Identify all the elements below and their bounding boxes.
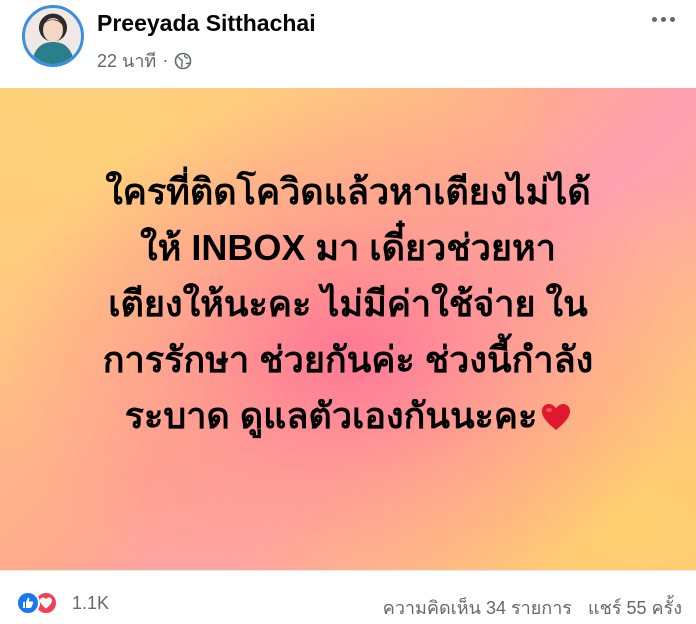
post-time[interactable]: 22 นาที [97, 46, 156, 75]
share-count-link[interactable]: แชร์ 55 ครั้ง [588, 593, 682, 622]
comment-count-link[interactable]: ความคิดเห็น 34 รายการ [383, 593, 572, 622]
status-line-last: ระบาด ดูแลตัวเองกันนะคะ [0, 388, 696, 444]
author-avatar[interactable] [22, 5, 84, 67]
post-footer: 1.1K ความคิดเห็น 34 รายการ แชร์ 55 ครั้ง [0, 570, 696, 624]
heart-icon [541, 391, 571, 430]
status-line: ใครที่ติดโควิดแล้วหาเตียงไม่ได้ [105, 171, 591, 212]
more-icon[interactable] [648, 10, 678, 28]
facebook-post: Preeyada Sitthachai 22 นาที · ใครที่ติดโ… [0, 0, 696, 624]
meta-separator: · [162, 50, 169, 70]
author-name[interactable]: Preeyada Sitthachai [97, 10, 316, 37]
post-header: Preeyada Sitthachai 22 นาที · [0, 0, 696, 88]
reaction-count[interactable]: 1.1K [72, 593, 109, 614]
globe-icon [174, 52, 192, 70]
like-icon [16, 591, 40, 615]
status-text: ใครที่ติดโควิดแล้วหาเตียงไม่ได้ ให้ INBO… [0, 164, 696, 444]
post-meta: 22 นาที · [97, 46, 192, 75]
status-line: เตียงให้นะคะ ไม่มีค่าใช้จ่าย ใน [108, 283, 588, 324]
engagement-stats: ความคิดเห็น 34 รายการ แชร์ 55 ครั้ง [383, 593, 682, 622]
gradient-status-card: ใครที่ติดโควิดแล้วหาเตียงไม่ได้ ให้ INBO… [0, 88, 696, 570]
status-line: ระบาด ดูแลตัวเองกันนะคะ [124, 395, 538, 436]
status-line: ให้ INBOX มา เดี๋ยวช่วยหา [140, 227, 556, 268]
status-line: การรักษา ช่วยกันค่ะ ช่วงนี้กำลัง [102, 339, 594, 380]
reaction-summary[interactable]: 1.1K [16, 591, 109, 615]
